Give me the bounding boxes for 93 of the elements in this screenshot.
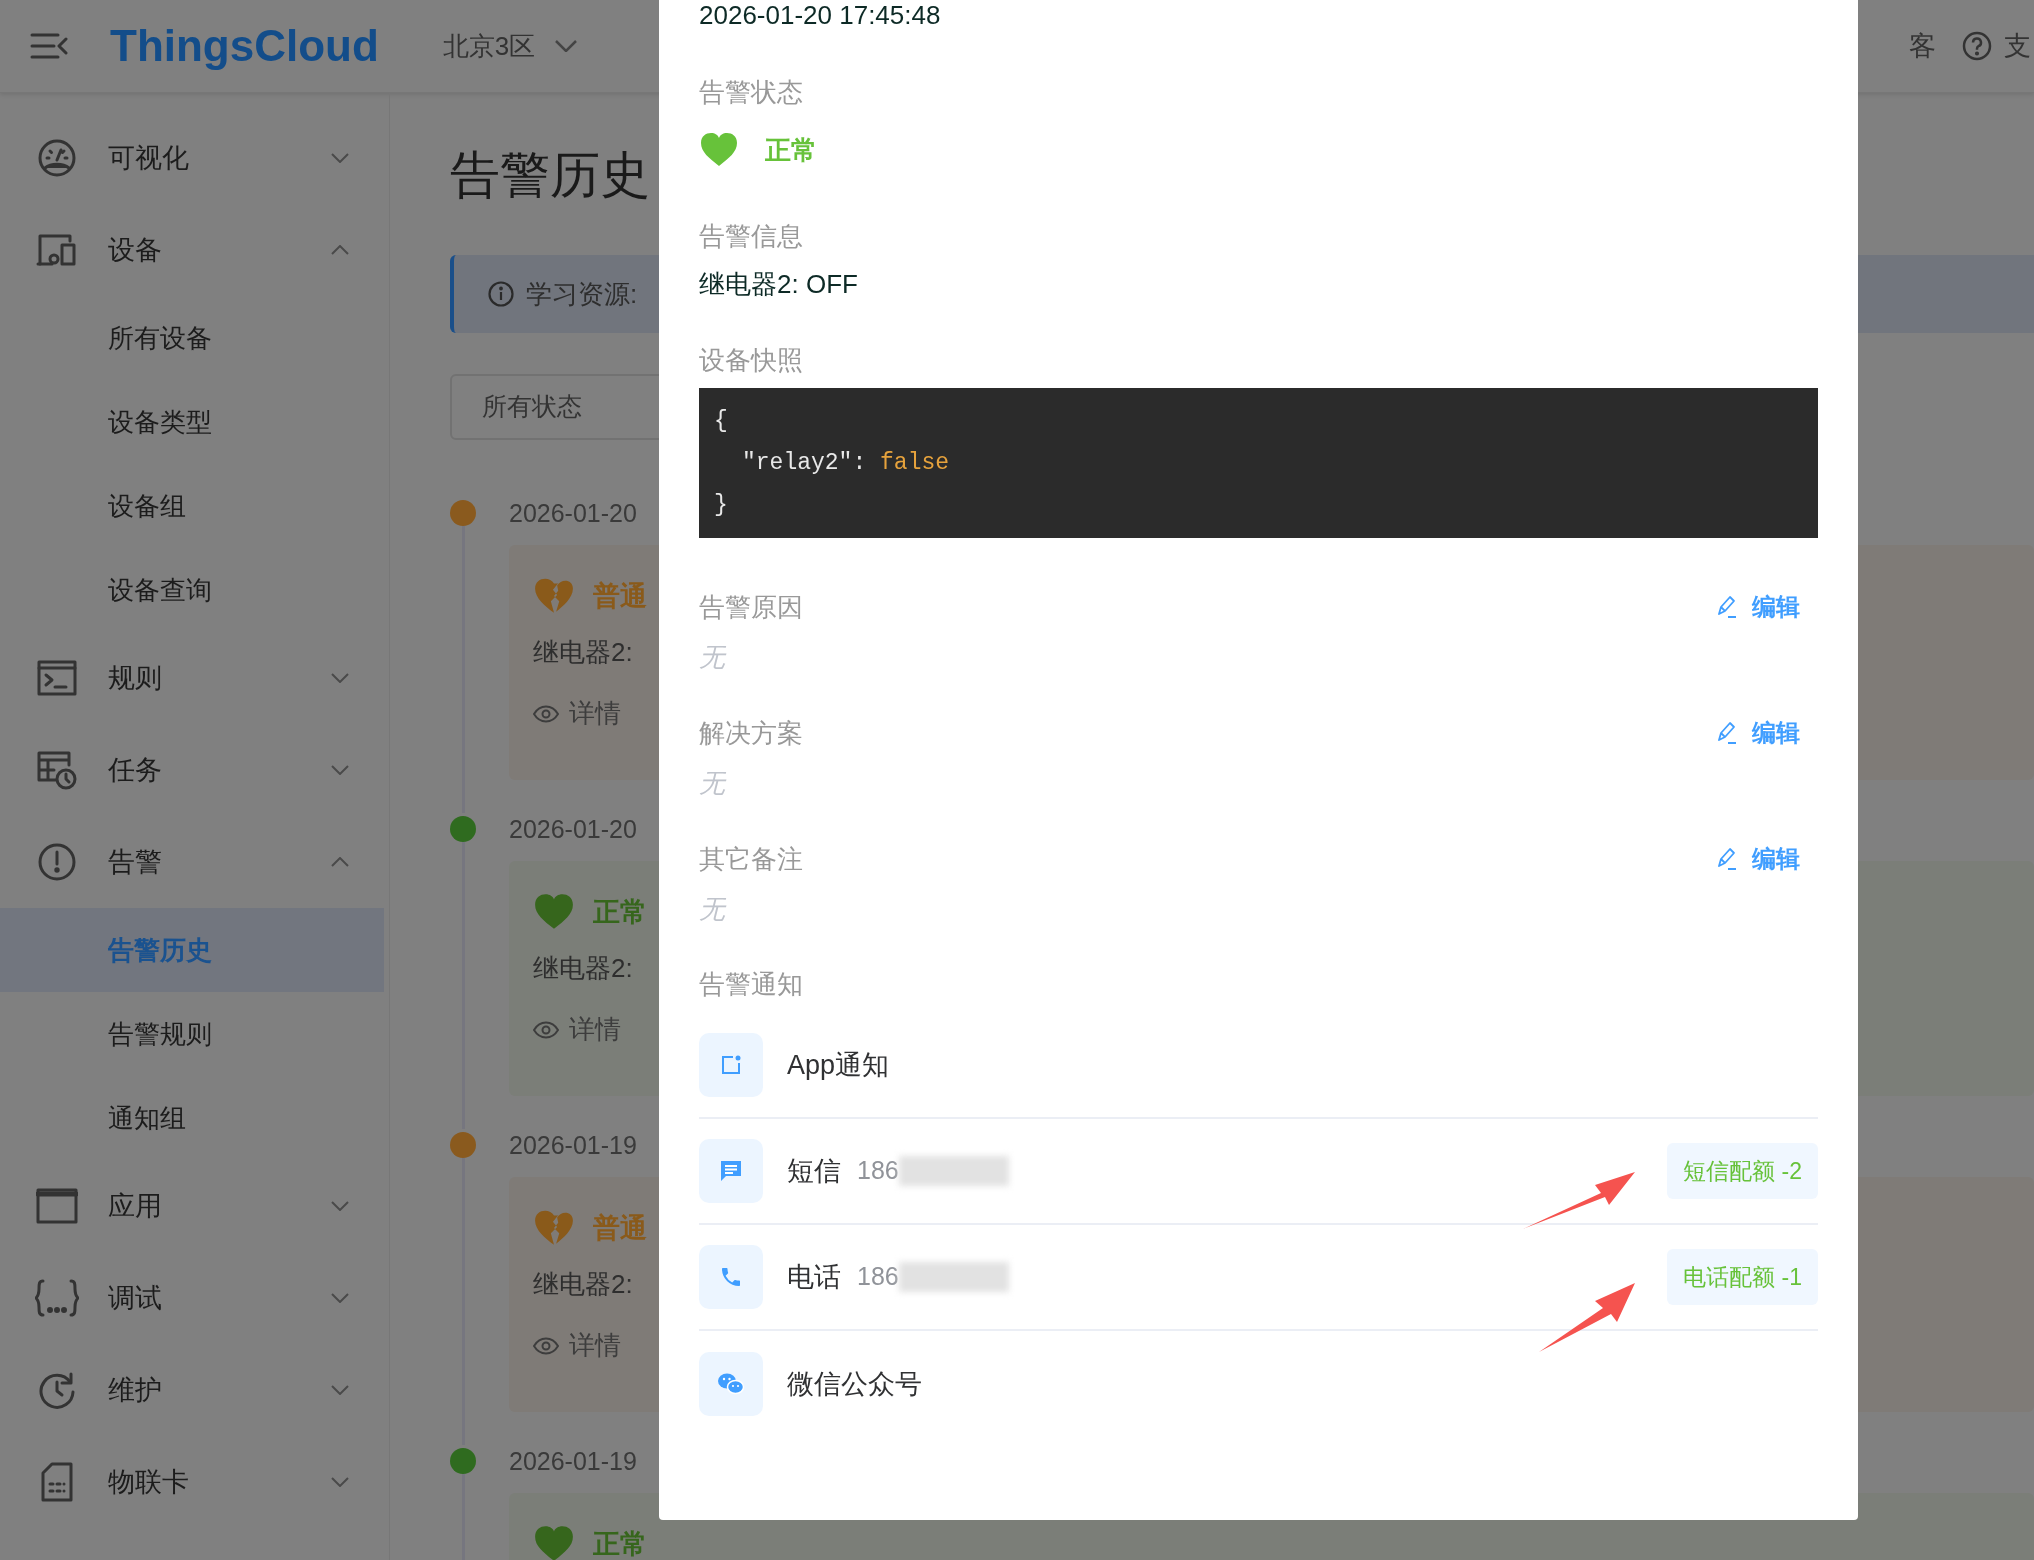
pencil-icon — [1716, 721, 1738, 745]
chevron-down-icon — [331, 1201, 349, 1211]
field-label: 告警原因 — [699, 591, 803, 624]
sidebar-item[interactable]: 任务 — [0, 724, 389, 816]
chevron-down-icon — [331, 1385, 349, 1395]
channel-name: App通知 — [787, 1048, 890, 1082]
help-icon — [1962, 31, 1992, 61]
sim-card-icon — [40, 1462, 74, 1502]
field-label: 告警通知 — [699, 968, 804, 1001]
sidebar-subitem[interactable]: 设备类型 — [0, 380, 384, 464]
field-label: 告警信息 — [699, 220, 804, 253]
heart-icon — [533, 1523, 575, 1560]
refresh-clock-icon — [37, 1370, 77, 1410]
eye-icon — [533, 1336, 559, 1355]
menu-icon[interactable] — [30, 32, 68, 60]
chevron-down-icon — [331, 765, 349, 775]
sidebar-subitem[interactable]: 设备查询 — [0, 548, 384, 632]
terminal-icon — [37, 660, 77, 696]
header-link[interactable]: 支 — [1962, 25, 2031, 67]
sidebar-subitem[interactable]: 通知组 — [0, 1076, 384, 1160]
eye-icon — [533, 704, 559, 723]
field-value: 无 — [699, 641, 728, 674]
alarm-status: 正常 — [593, 1527, 647, 1560]
pencil-icon — [1716, 595, 1738, 619]
pencil-icon — [1716, 847, 1738, 871]
timeline-date: 2026-01-20 — [509, 814, 637, 845]
phone-icon — [719, 1265, 743, 1289]
code-block: { "relay2": false } — [699, 388, 1818, 538]
header-link[interactable]: 客 — [1909, 25, 1936, 67]
alarm-status: 普通 — [593, 579, 647, 613]
alarm-message: 继电器2: — [533, 952, 633, 985]
phone-number: 186 — [857, 1261, 899, 1293]
alarm-message: 继电器2: — [533, 636, 633, 669]
sidebar-item[interactable]: 应用 — [0, 1160, 389, 1252]
detail-link[interactable]: 详情 — [533, 1326, 621, 1365]
sidebar-subitem[interactable]: 告警规则 — [0, 992, 384, 1076]
alarm-message: 继电器2: OFF — [699, 268, 859, 301]
field-label: 解决方案 — [699, 717, 803, 750]
sidebar-item[interactable]: 维护 — [0, 1344, 389, 1436]
page-title: 告警历史 — [450, 147, 650, 203]
chevron-up-icon — [331, 245, 349, 255]
chevron-down-icon — [331, 673, 349, 683]
chat-bubbles-icon — [717, 1372, 745, 1396]
chevron-down-icon — [331, 153, 349, 163]
sidebar-item[interactable]: 可视化 — [0, 112, 389, 204]
chevron-down-icon — [331, 1477, 349, 1487]
eye-icon — [533, 1020, 559, 1039]
gauge-icon — [37, 138, 77, 178]
alert-icon — [37, 842, 77, 882]
info-text: 学习资源: — [526, 277, 638, 311]
field-value: 无 — [699, 893, 728, 926]
timeline-date: 2026-01-19 — [509, 1446, 637, 1477]
timeline-date: 2026-01-20 — [509, 498, 637, 529]
phone-number: 186 — [857, 1155, 899, 1187]
channel-name: 短信 — [787, 1154, 841, 1188]
message-icon — [719, 1159, 743, 1183]
edit-button[interactable]: 编辑 — [1716, 715, 1800, 751]
app-notification-icon — [720, 1054, 742, 1076]
sidebar-item[interactable]: 告警 — [0, 816, 389, 908]
channel-name: 电话 — [787, 1260, 841, 1294]
alarm-status: 普通 — [593, 1211, 647, 1245]
sidebar-item[interactable]: 设备 — [0, 204, 389, 296]
chevron-down-icon — [555, 40, 578, 52]
sidebar-item[interactable]: 规则 — [0, 632, 389, 724]
logo: ThingsCloud — [110, 24, 379, 68]
detail-link[interactable]: 详情 — [533, 694, 621, 733]
alarm-status: 正常 — [765, 133, 817, 167]
alarm-status: 正常 — [593, 895, 647, 929]
detail-link[interactable]: 详情 — [533, 1010, 621, 1049]
sidebar-subitem[interactable]: 设备组 — [0, 464, 384, 548]
channel-name: 微信公众号 — [787, 1367, 922, 1401]
field-label: 设备快照 — [699, 344, 804, 377]
edit-button[interactable]: 编辑 — [1716, 841, 1800, 877]
devices-icon — [36, 233, 78, 267]
sidebar-item[interactable]: 调试 — [0, 1252, 389, 1344]
braces-icon — [35, 1279, 79, 1317]
sidebar-item[interactable]: 物联卡 — [0, 1436, 389, 1528]
window-icon — [36, 1188, 78, 1224]
timeline-date: 2026-01-19 — [509, 1130, 637, 1161]
chevron-down-icon — [331, 1293, 349, 1303]
alarm-message: 继电器2: — [533, 1268, 633, 1301]
sidebar-subitem[interactable]: 所有设备 — [0, 296, 384, 380]
chevron-up-icon — [331, 857, 349, 867]
field-label: 告警状态 — [699, 76, 804, 109]
edit-button[interactable]: 编辑 — [1716, 589, 1800, 625]
info-icon — [488, 281, 514, 307]
quota-tag: 电话配额 -1 — [1667, 1249, 1818, 1305]
field-value: 无 — [699, 767, 728, 800]
field-label: 其它备注 — [699, 843, 803, 876]
alarm-time: 2026-01-20 17:45:48 — [699, 0, 942, 30]
region-dropdown[interactable]: 北京3区 — [442, 26, 578, 66]
calendar-clock-icon — [36, 750, 78, 790]
quota-tag: 短信配额 -2 — [1667, 1143, 1818, 1199]
